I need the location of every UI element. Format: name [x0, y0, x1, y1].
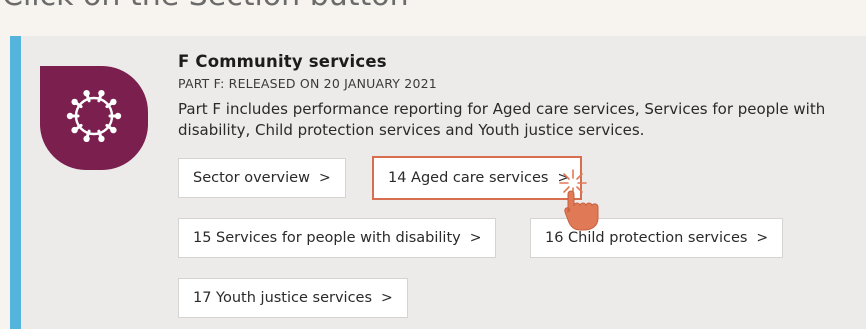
card-accent-bar — [10, 36, 21, 329]
chevron-right-icon: > — [469, 230, 482, 246]
button-label: 15 Services for people with disability — [193, 230, 461, 246]
pointing-hand-icon — [562, 184, 608, 236]
chevron-right-icon: > — [381, 290, 393, 306]
instruction-text: Click on the Section button — [2, 0, 409, 13]
disability-services-button[interactable]: 15 Services for people with disability > — [178, 218, 497, 258]
section-release-date: PART F: RELEASED ON 20 JANUARY 2021 — [178, 76, 437, 91]
chevron-right-icon: > — [318, 170, 331, 186]
button-label: Sector overview — [193, 170, 310, 186]
chevron-right-icon: > — [756, 230, 769, 246]
youth-justice-services-button[interactable]: 17 Youth justice services > — [178, 278, 408, 318]
section-card: F Community services PART F: RELEASED ON… — [10, 36, 866, 329]
aged-care-services-button[interactable]: 14 Aged care services > — [372, 156, 582, 200]
section-description: Part F includes performance reporting fo… — [178, 100, 826, 139]
sector-overview-button[interactable]: Sector overview > — [178, 158, 346, 198]
button-label: 17 Youth justice services — [193, 290, 373, 306]
button-label: 14 Aged care services — [388, 170, 549, 186]
section-title: F Community services — [178, 52, 387, 71]
people-circle-icon — [40, 66, 148, 170]
